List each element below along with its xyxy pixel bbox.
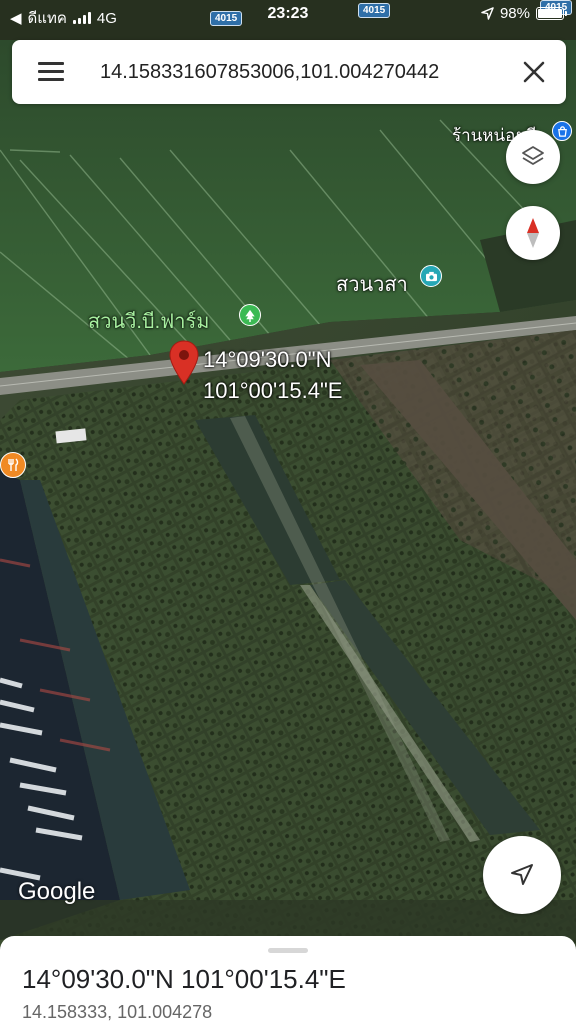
pin-latitude: 14°09'30.0"N bbox=[203, 347, 332, 372]
pin-longitude: 101°00'15.4"E bbox=[203, 378, 343, 403]
status-right: 98% bbox=[481, 5, 567, 22]
tree-icon[interactable] bbox=[239, 304, 261, 326]
status-bar: ◀ ดีแทค 4G 23:23 98% bbox=[0, 0, 576, 30]
search-input[interactable] bbox=[100, 58, 490, 86]
search-bar[interactable] bbox=[12, 40, 566, 104]
camera-icon[interactable] bbox=[420, 265, 442, 287]
location-arrow-icon bbox=[481, 7, 494, 20]
close-icon[interactable] bbox=[520, 58, 548, 86]
battery-percent: 98% bbox=[499, 5, 530, 22]
pin-coordinate-label: 14°09'30.0"N 101°00'15.4"E bbox=[203, 344, 342, 406]
location-decimal-coordinates: 14.158333, 101.004278 bbox=[22, 1002, 213, 1022]
layers-icon bbox=[522, 146, 544, 165]
drag-handle[interactable] bbox=[268, 948, 308, 953]
layers-button[interactable] bbox=[506, 130, 560, 184]
battery-icon bbox=[536, 7, 567, 20]
google-logo: Google bbox=[18, 878, 96, 905]
place-label-farm[interactable]: สวนวี.บี.ฟาร์ม bbox=[88, 305, 209, 337]
my-location-button[interactable] bbox=[483, 836, 561, 914]
compass-button[interactable] bbox=[506, 206, 560, 260]
shopping-bag-icon[interactable] bbox=[552, 121, 572, 141]
hamburger-menu-icon[interactable] bbox=[38, 62, 64, 82]
map-pin-icon[interactable] bbox=[168, 340, 200, 386]
bottom-sheet[interactable]: 14°09'30.0"N 101°00'15.4"E 14.158333, 10… bbox=[0, 936, 576, 1024]
compass-icon bbox=[527, 218, 539, 248]
location-title: 14°09'30.0"N 101°00'15.4"E bbox=[22, 964, 346, 994]
restaurant-icon[interactable] bbox=[0, 452, 26, 478]
place-label-garden[interactable]: สวนวสา bbox=[336, 268, 408, 300]
navigation-arrow-icon bbox=[511, 864, 533, 885]
